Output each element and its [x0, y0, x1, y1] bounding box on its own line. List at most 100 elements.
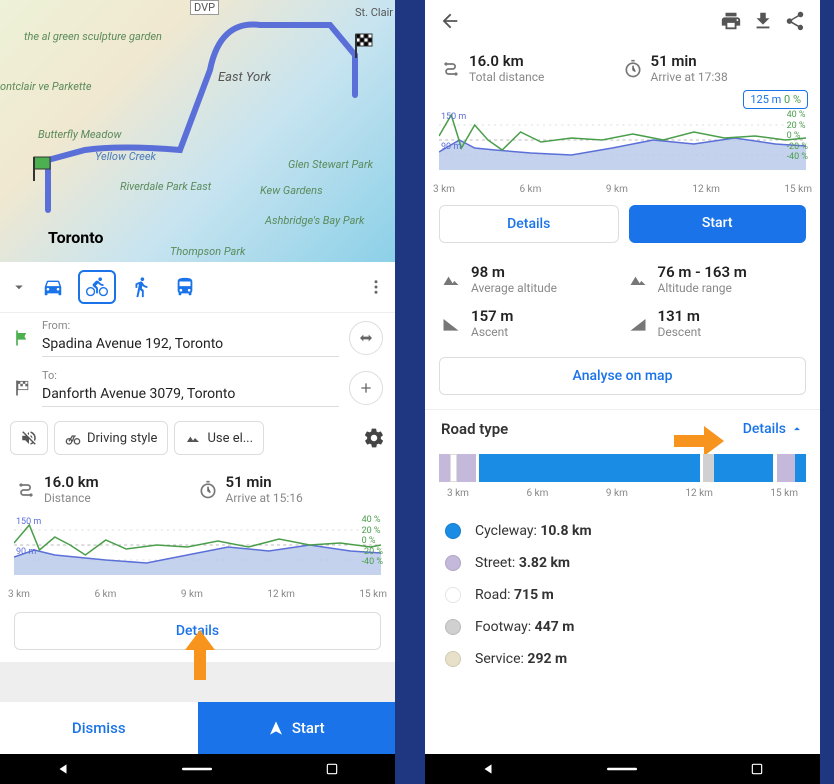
phone-right: 16.0 km Total distance 51 min Arrive at …	[425, 0, 820, 784]
road-seg-footway	[703, 454, 714, 482]
stopwatch-icon	[198, 473, 218, 505]
nav-home-icon[interactable]	[182, 762, 212, 776]
stat-duration: 51 min Arrive at 15:16	[198, 473, 380, 505]
legend-dot	[445, 523, 461, 539]
nav-back-icon[interactable]	[56, 762, 70, 776]
elevation-chart[interactable]: 150 m 90 m 40 %20 %0 %-20 %-40 %	[0, 515, 395, 587]
annotation-arrow-icon	[180, 630, 220, 684]
duration-value: 51 min	[226, 473, 303, 491]
legend-road: Road: 715 m	[445, 579, 800, 611]
legend-dot	[445, 651, 461, 667]
route-icon	[16, 473, 36, 505]
distance-label: Distance	[44, 491, 99, 505]
elevation-icon	[185, 430, 201, 446]
from-input[interactable]: Spadina Avenue 192, Toronto	[42, 332, 339, 357]
map-label-park: Butterfly Meadow	[38, 128, 122, 141]
stat-distance: 16.0 km Distance	[16, 473, 198, 505]
map-label-road: St. Clair Ave	[355, 6, 395, 19]
to-label: To:	[42, 369, 339, 382]
legend-footway: Footway: 447 m	[445, 611, 800, 643]
stat-avg-altitude: 98 mAverage altitude	[441, 263, 618, 295]
chevron-up-icon	[790, 422, 804, 436]
map-label-area: East York	[218, 70, 271, 85]
start-flag-icon	[30, 155, 54, 183]
mode-transit[interactable]	[166, 270, 204, 304]
mode-bicycle[interactable]	[78, 270, 116, 304]
road-type-bar[interactable]	[439, 454, 806, 482]
print-button[interactable]	[720, 10, 742, 32]
action-buttons: Details Start	[425, 195, 820, 253]
ascent-icon	[441, 307, 461, 339]
top-bar	[425, 0, 820, 42]
plus-icon	[358, 380, 374, 396]
elev-y-labels: 40 %20 %0 %-20 %-40 %	[362, 515, 383, 567]
sound-off-icon	[20, 429, 38, 447]
map-label-city: Toronto	[48, 228, 103, 247]
legend-dot	[445, 619, 461, 635]
duration-value: 51 min	[651, 52, 728, 70]
elevation-svg	[14, 515, 381, 575]
map-label-park: Thompson Park	[170, 245, 245, 258]
stopwatch-icon	[623, 52, 643, 84]
from-label: From:	[42, 319, 339, 332]
back-button[interactable]	[439, 10, 461, 32]
sound-toggle[interactable]	[10, 421, 48, 455]
road-seg-street	[457, 454, 475, 482]
mode-walk[interactable]	[122, 270, 160, 304]
nav-recent-icon[interactable]	[750, 762, 764, 776]
altitude-grid: 98 mAverage altitude 76 m - 163 mAltitud…	[425, 253, 820, 353]
map-label-park: Ashbridge's Bay Park	[265, 214, 364, 227]
road-seg-cycleway	[714, 454, 773, 482]
map-label-park: the al green sculpture garden	[24, 30, 162, 43]
analyse-button[interactable]: Analyse on map	[439, 357, 806, 395]
swap-button[interactable]	[349, 321, 383, 355]
stats-row: 16.0 km Distance 51 min Arrive at 15:16	[0, 463, 395, 515]
legend-cycleway: Cycleway: 10.8 km	[445, 515, 800, 547]
stat-descent: 131 mDescent	[628, 307, 805, 339]
to-input[interactable]: Danforth Avenue 3079, Toronto	[42, 382, 339, 407]
download-button[interactable]	[752, 10, 774, 32]
map-label-park: Riverdale Park East	[120, 180, 211, 193]
bottom-bar: Dismiss Start	[0, 702, 395, 754]
add-waypoint-button[interactable]	[349, 371, 383, 405]
road-type-legend: Cycleway: 10.8 km Street: 3.82 km Road: …	[425, 509, 820, 681]
bicycle-icon	[65, 430, 81, 446]
settings-button[interactable]	[363, 427, 385, 449]
nav-home-icon[interactable]	[607, 762, 637, 776]
nav-back-icon[interactable]	[481, 762, 495, 776]
dismiss-button[interactable]: Dismiss	[0, 702, 198, 754]
elevation-chart[interactable]: 125 m 0 % 150 m 90 m 40 %20 %0 %-20 %-40…	[425, 110, 820, 182]
flag-checkered-icon	[12, 378, 32, 398]
map[interactable]: Toronto East York the al green sculpture…	[0, 0, 395, 262]
mode-car[interactable]	[34, 270, 72, 304]
swap-icon	[358, 330, 374, 346]
arrive-label: Arrive at 15:16	[226, 491, 303, 505]
details-button[interactable]: Details	[439, 205, 619, 243]
legend-street: Street: 3.82 km	[445, 547, 800, 579]
arrive-label: Arrive at 17:38	[651, 70, 728, 84]
nav-recent-icon[interactable]	[325, 762, 339, 776]
map-label-creek: Yellow Creek	[95, 150, 156, 163]
distance-value: 16.0 km	[469, 52, 544, 70]
start-button[interactable]: Start	[198, 702, 396, 754]
elevation-toggle[interactable]: Use el...	[174, 421, 264, 455]
map-label-highway: DVP	[190, 0, 219, 15]
collapse-icon[interactable]	[10, 276, 28, 298]
car-icon	[42, 276, 64, 298]
start-button[interactable]: Start	[629, 205, 807, 243]
driving-style-button[interactable]: Driving style	[54, 421, 168, 455]
to-row: To: Danforth Avenue 3079, Toronto	[0, 363, 395, 413]
elevation-svg	[439, 110, 806, 170]
road-seg-cycleway	[795, 454, 806, 482]
share-button[interactable]	[784, 10, 806, 32]
elev-y-labels: 40 %20 %0 %-20 %-40 %	[787, 110, 808, 162]
stat-total-distance: 16.0 km Total distance	[441, 52, 623, 84]
elevation-label: Use el...	[207, 431, 253, 446]
legend-service: Service: 292 m	[445, 643, 800, 675]
map-label-park: ontclair ve Parkette	[0, 80, 92, 93]
road-seg-cycleway	[479, 454, 699, 482]
road-type-details-link[interactable]: Details	[743, 421, 804, 437]
more-icon[interactable]	[367, 276, 385, 298]
road-seg-street	[439, 454, 450, 482]
elev-alt-labels: 150 m 90 m	[16, 517, 41, 557]
